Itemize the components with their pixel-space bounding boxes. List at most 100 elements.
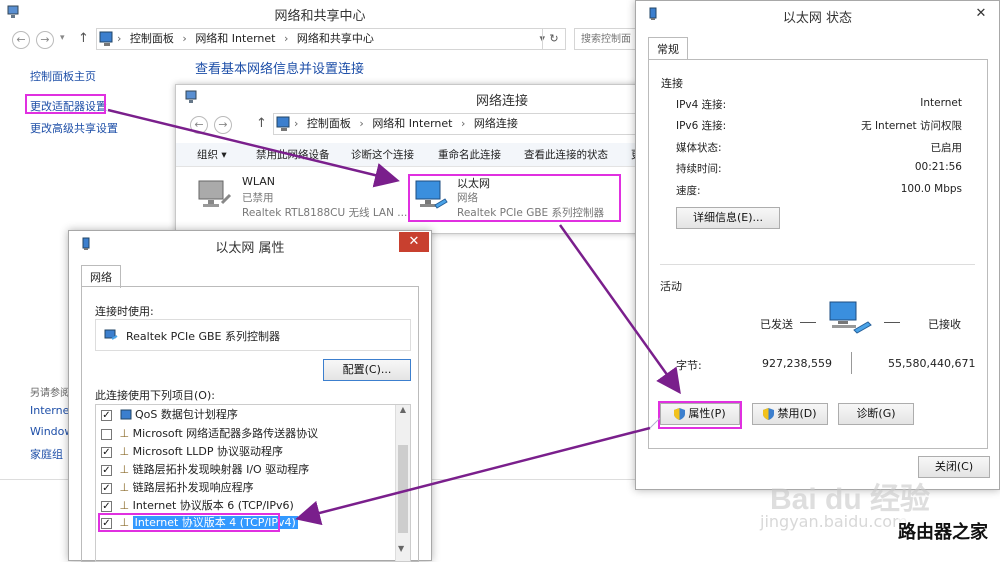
- protocol-icon: ⊥: [119, 499, 130, 512]
- network-center-heading: 查看基本网络信息并设置连接: [195, 62, 365, 77]
- list-item[interactable]: ✓ ⊥ Internet 协议版本 6 (TCP/IPv6): [101, 497, 294, 514]
- diagnose-button[interactable]: 诊断(G): [838, 403, 914, 425]
- control-panel-icon: [99, 31, 113, 46]
- bytes-label: 字节:: [676, 359, 702, 372]
- items-scrollbar[interactable]: ▲: [395, 405, 410, 561]
- list-item-label: QoS 数据包计划程序: [135, 408, 238, 421]
- qos-icon: [120, 409, 131, 420]
- adapter-small-icon: [104, 329, 118, 340]
- ipv6-value: 无 Internet 访问权限: [861, 120, 962, 132]
- see-also-windows-link[interactable]: Window: [30, 425, 73, 438]
- network-center-title: 网络和共享中心: [274, 9, 366, 24]
- connection-heading: 连接: [661, 77, 683, 90]
- baidu-watermark-sub: jingyan.baidu.com: [760, 512, 908, 531]
- breadcrumb-item[interactable]: 网络和共享中心: [297, 32, 374, 45]
- breadcrumb-sep-icon: ›: [294, 117, 299, 130]
- disable-device-button[interactable]: 禁用此网络设备: [256, 143, 330, 167]
- breadcrumb-sep-icon: ›: [461, 117, 466, 130]
- status-close-icon[interactable]: ✕: [967, 4, 995, 24]
- breadcrumb-sep-icon: ›: [359, 117, 364, 130]
- received-dash: [884, 322, 900, 323]
- adapter-name: WLAN: [242, 175, 276, 188]
- list-item[interactable]: ✓ QoS 数据包计划程序: [101, 406, 238, 423]
- checkbox[interactable]: ✓: [101, 464, 112, 476]
- scroll-up-icon[interactable]: ▲: [396, 405, 410, 414]
- search-input[interactable]: [574, 28, 636, 50]
- breadcrumb-sep-icon: ›: [117, 32, 122, 45]
- control-panel-home-link[interactable]: 控制面板主页: [30, 68, 96, 84]
- adapter-wlan[interactable]: WLAN 已禁用 Realtek RTL8188CU 无线 LAN ...: [196, 175, 411, 223]
- adapter-field-text: Realtek PCIe GBE 系列控制器: [126, 330, 280, 343]
- properties-close-icon[interactable]: ✕: [399, 232, 429, 252]
- wlan-adapter-icon: [198, 180, 232, 207]
- list-item-label: 链路层拓扑发现响应程序: [132, 481, 254, 494]
- list-item[interactable]: ✓ ⊥ 链路层拓扑发现映射器 I/O 驱动程序: [101, 461, 309, 478]
- highlight-adapter-settings: [25, 94, 106, 114]
- breadcrumb-item[interactable]: 控制面板: [130, 32, 174, 45]
- media-status-label: 媒体状态:: [676, 142, 722, 154]
- breadcrumb-item[interactable]: 网络和 Internet: [195, 32, 275, 45]
- back-button[interactable]: ←: [12, 31, 30, 49]
- list-item-label: Microsoft LLDP 协议驱动程序: [132, 445, 284, 458]
- recent-dropdown-icon[interactable]: ▾: [60, 33, 65, 43]
- nc-breadcrumb-item[interactable]: 控制面板: [307, 117, 351, 130]
- network-connections-window: 网络连接 ← → ↑ › 控制面板 › 网络和 Internet › 网络连接 …: [175, 84, 645, 234]
- highlight-properties-button: [658, 401, 742, 429]
- protocol-icon: ⊥: [119, 463, 130, 476]
- refresh-button[interactable]: ↻: [542, 28, 566, 50]
- rename-connection-button[interactable]: 重命名此连接: [438, 143, 501, 167]
- nc-address-bar[interactable]: › 控制面板 › 网络和 Internet › 网络连接: [273, 113, 638, 135]
- view-status-button[interactable]: 查看此连接的状态: [524, 143, 608, 167]
- breadcrumb-sep-icon: ›: [182, 32, 187, 45]
- nc-toolbar: 组织 ▾ 禁用此网络设备 诊断这个连接 重命名此连接 查看此连接的状态 更: [176, 143, 644, 167]
- details-button[interactable]: 详细信息(E)...: [676, 207, 780, 229]
- duration-value: 00:21:56: [914, 161, 962, 173]
- list-item[interactable]: ✓ ⊥ Microsoft LLDP 协议驱动程序: [101, 443, 283, 460]
- properties-title: 以太网 属性: [215, 241, 285, 256]
- ipv6-label: IPv6 连接:: [676, 120, 727, 132]
- checkbox[interactable]: ✓: [101, 446, 112, 458]
- highlight-ethernet-adapter: [408, 174, 621, 222]
- see-also-heading: 另请参阅: [30, 388, 70, 399]
- diagnose-connection-button[interactable]: 诊断这个连接: [351, 143, 414, 167]
- see-also-homegroup-link[interactable]: 家庭组: [30, 446, 63, 462]
- configure-button[interactable]: 配置(C)...: [323, 359, 411, 381]
- disable-button[interactable]: 禁用(D): [752, 403, 828, 425]
- sent-dash: [800, 322, 816, 323]
- nc-breadcrumb-item[interactable]: 网络和 Internet: [372, 117, 452, 130]
- activity-computers-icon: [829, 301, 872, 334]
- list-item[interactable]: ⊥ Microsoft 网络适配器多路传送器协议: [101, 425, 318, 442]
- nc-back-button[interactable]: ←: [190, 116, 208, 134]
- list-item-label: Microsoft 网络适配器多路传送器协议: [132, 427, 319, 440]
- disable-button-label: 禁用(D): [777, 407, 817, 420]
- scroll-down-icon[interactable]: ▼: [398, 544, 404, 553]
- scroll-thumb[interactable]: [398, 445, 408, 533]
- organize-menu[interactable]: 组织 ▾: [197, 143, 227, 167]
- checkbox[interactable]: ✓: [101, 482, 112, 494]
- items-label: 此连接使用下列项目(O):: [95, 389, 215, 402]
- nc-up-button[interactable]: ↑: [256, 116, 267, 131]
- nc-forward-button[interactable]: →: [214, 116, 232, 134]
- status-title: 以太网 状态: [782, 11, 853, 26]
- activity-divider: [660, 264, 975, 265]
- media-status-value: 已启用: [930, 142, 963, 154]
- adapter-field: Realtek PCIe GBE 系列控制器: [95, 319, 411, 351]
- address-bar[interactable]: › 控制面板 › 网络和 Internet › 网络和共享中心 ▾: [96, 28, 566, 50]
- checkbox[interactable]: ✓: [101, 500, 112, 512]
- checkbox[interactable]: [101, 428, 112, 440]
- bytes-received: 55,580,440,671: [888, 357, 976, 370]
- highlight-ipv4: [98, 513, 280, 532]
- up-button[interactable]: ↑: [78, 31, 89, 46]
- status-tab-general[interactable]: 常规: [648, 37, 688, 60]
- forward-button[interactable]: →: [36, 31, 54, 49]
- sent-label: 已发送: [760, 318, 793, 331]
- site-watermark: 路由器之家: [898, 518, 988, 544]
- network-connections-title: 网络连接: [476, 94, 529, 109]
- properties-tab-network[interactable]: 网络: [81, 265, 121, 288]
- list-item[interactable]: ✓ ⊥ 链路层拓扑发现响应程序: [101, 479, 254, 496]
- breadcrumb-sep-icon: ›: [284, 32, 289, 45]
- nc-breadcrumb-item[interactable]: 网络连接: [474, 117, 518, 130]
- speed-label: 速度:: [676, 185, 701, 197]
- change-advanced-sharing-link[interactable]: 更改高级共享设置: [30, 120, 118, 136]
- checkbox[interactable]: ✓: [101, 409, 112, 421]
